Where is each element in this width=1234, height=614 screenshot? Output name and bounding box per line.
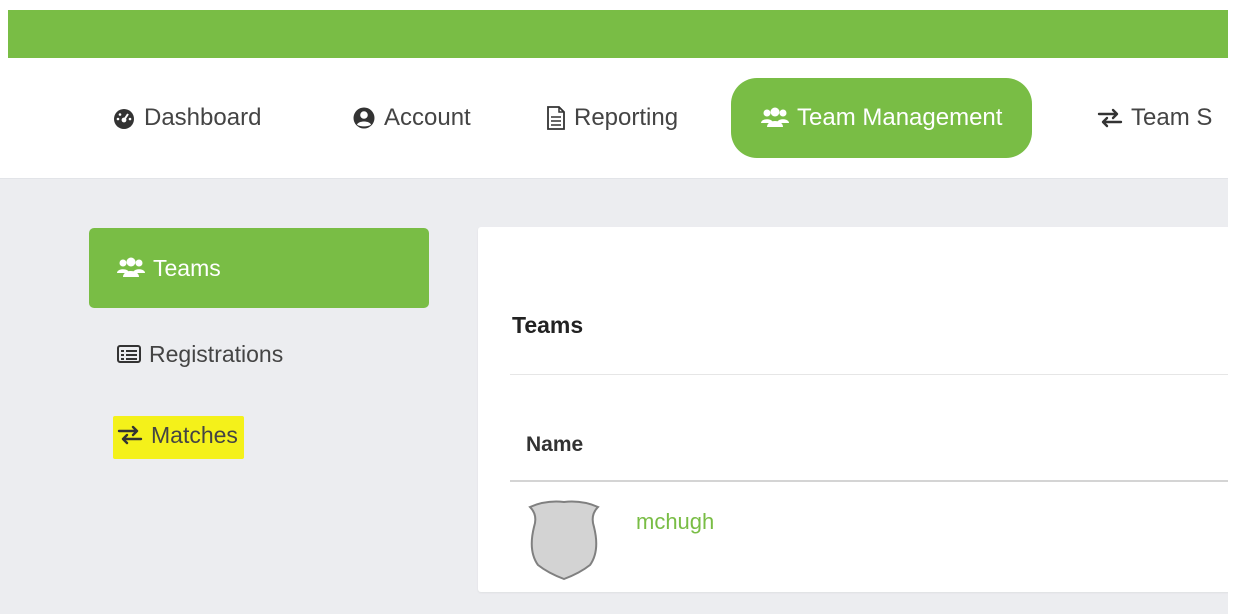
divider: [510, 374, 1228, 375]
divider: [510, 480, 1228, 482]
nav-account-label: Account: [384, 104, 471, 131]
sidebar-item-teams[interactable]: Teams: [89, 228, 429, 308]
teams-panel: Teams Name mchugh: [478, 227, 1228, 592]
team-name-link[interactable]: mchugh: [636, 509, 714, 535]
nav-reporting-label: Reporting: [574, 104, 679, 131]
nav-team-management[interactable]: Team Management: [731, 78, 1033, 158]
nav-reporting[interactable]: Reporting: [546, 78, 678, 158]
account-icon: [352, 106, 376, 130]
nav-team-management-label: Team Management: [797, 104, 1003, 131]
dashboard-icon: [112, 106, 136, 130]
matches-highlight: Matches: [113, 415, 244, 459]
list-icon: [117, 344, 141, 364]
users-icon: [117, 257, 145, 279]
nav-dashboard-label: Dashboard: [144, 104, 262, 131]
top-banner: [8, 10, 1228, 58]
main-nav: Dashboard Account Reporting Team Managem…: [0, 58, 1228, 179]
sidebar-item-label: Teams: [153, 254, 221, 281]
exchange-icon: [1097, 108, 1123, 128]
content-area: Teams Registrations Matches Teams Name m…: [0, 179, 1228, 614]
column-header-name[interactable]: Name: [526, 433, 583, 457]
sidebar-item-label: Registrations: [149, 340, 284, 367]
nav-account[interactable]: Account: [352, 78, 471, 158]
team-crest-icon: [524, 499, 604, 586]
report-icon: [546, 106, 566, 130]
nav-dashboard[interactable]: Dashboard: [112, 78, 261, 158]
sidebar-item-label: Matches: [151, 421, 238, 448]
exchange-icon: [117, 425, 143, 445]
sidebar-item-matches[interactable]: Matches: [89, 397, 429, 477]
panel-title: Teams: [512, 312, 584, 338]
nav-team-schedule-label: Team S: [1131, 104, 1213, 131]
users-icon: [761, 107, 789, 129]
sidebar-item-registrations[interactable]: Registrations: [89, 314, 429, 394]
nav-team-schedule[interactable]: Team S: [1097, 78, 1212, 158]
